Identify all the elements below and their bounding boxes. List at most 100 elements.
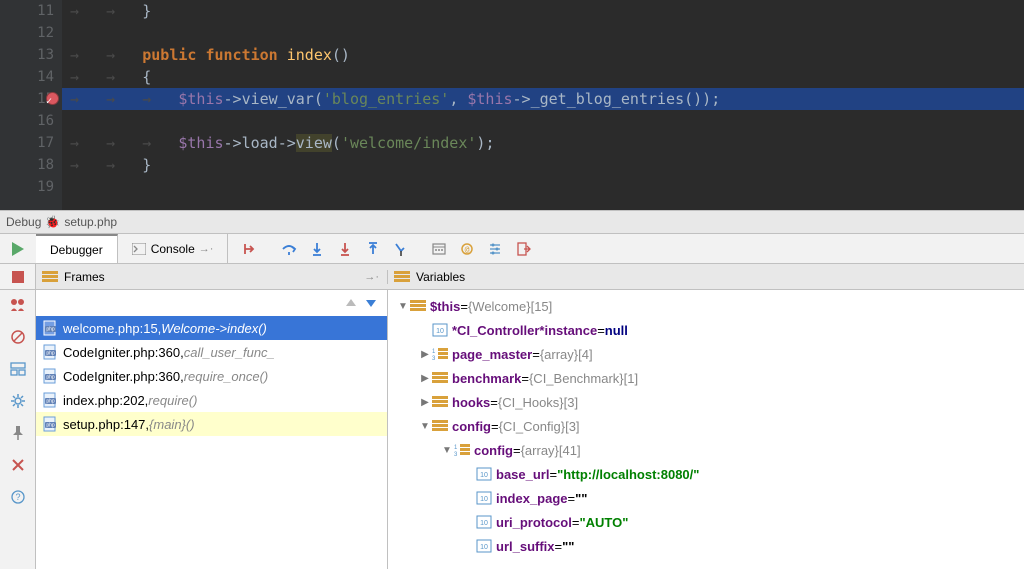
code-line[interactable]: → → → $this->load->view('welcome/index')… (62, 132, 1024, 154)
debug-tabs-row: Debugger Console →· @ (0, 234, 1024, 264)
svg-text:1: 1 (432, 349, 436, 355)
variables-header: Variables (388, 270, 1024, 284)
tree-toggle-icon[interactable]: ▶ (418, 397, 432, 408)
gutter-line[interactable]: 11 (0, 0, 54, 22)
code-line[interactable]: → → } (62, 154, 1024, 176)
svg-text:php: php (46, 399, 55, 405)
frame-item[interactable]: phpindex.php:202, require() (36, 388, 387, 412)
debug-sidebar: ? (0, 290, 36, 569)
tab-console[interactable]: Console →· (118, 234, 229, 263)
gutter-line[interactable]: 13 (0, 44, 54, 66)
frame-down-button[interactable] (365, 297, 377, 309)
frames-icon (42, 271, 58, 283)
code-line[interactable]: → → → $this->view_var('blog_entries', $t… (62, 88, 1024, 110)
editor-code[interactable]: → → }→ → public function index()→ → {→ →… (62, 0, 1024, 210)
settings-button[interactable] (7, 390, 29, 412)
frames-nav-icon[interactable]: →· (364, 271, 379, 283)
svg-text:?: ? (15, 492, 20, 502)
variable-row[interactable]: 10index_page = "" (388, 486, 1024, 510)
code-line[interactable]: → → public function index() (62, 44, 1024, 66)
close-button[interactable] (7, 454, 29, 476)
variable-row[interactable]: 10uri_protocol = "AUTO" (388, 510, 1024, 534)
var-type-icon: 10 (432, 323, 448, 337)
editor-gutter: 1112131415✓16171819 (0, 0, 62, 210)
tree-toggle-icon[interactable]: ▶ (418, 373, 432, 384)
tree-toggle-icon[interactable]: ▼ (418, 421, 432, 432)
var-type-icon: 10 (476, 467, 492, 481)
variable-row[interactable]: ▼config = {CI_Config} [3] (388, 414, 1024, 438)
var-type-icon (432, 419, 448, 433)
php-file-icon: php (42, 416, 58, 432)
variable-row[interactable]: ▶hooks = {CI_Hooks} [3] (388, 390, 1024, 414)
variable-row[interactable]: ▶benchmark = {CI_Benchmark} [1] (388, 366, 1024, 390)
evaluate-expression-button[interactable] (426, 236, 452, 262)
mute-breakpoints-button[interactable] (7, 326, 29, 348)
php-file-icon: php (42, 368, 58, 384)
exit-button[interactable] (510, 236, 536, 262)
svg-text:3: 3 (454, 452, 458, 457)
frame-item[interactable]: phpsetup.php:147, {main}() (36, 412, 387, 436)
resume-button[interactable] (0, 234, 36, 264)
variables-panel[interactable]: ▼$this = {Welcome} [15]10*CI_Controller*… (388, 290, 1024, 569)
layout-button[interactable] (7, 358, 29, 380)
frames-nav (36, 290, 387, 316)
svg-text:php: php (46, 423, 55, 429)
gutter-line[interactable]: 14 (0, 66, 54, 88)
gutter-line[interactable]: 15✓ (0, 88, 54, 110)
variable-row[interactable]: ▼$this = {Welcome} [15] (388, 294, 1024, 318)
tab-debugger[interactable]: Debugger (36, 234, 118, 263)
var-type-icon: 13 (432, 347, 448, 361)
tree-toggle-icon[interactable]: ▼ (396, 301, 410, 312)
code-line[interactable]: → → { (62, 66, 1024, 88)
debug-panel-header: Debug 🐞 setup.php (0, 210, 1024, 234)
run-to-cursor-button[interactable] (388, 236, 414, 262)
frame-item[interactable]: phpwelcome.php:15, Welcome->index() (36, 316, 387, 340)
force-step-into-button[interactable] (332, 236, 358, 262)
help-button[interactable]: ? (7, 486, 29, 508)
php-file-icon: php (42, 392, 58, 408)
debug-label: Debug (6, 215, 41, 229)
watch-button[interactable]: @ (454, 236, 480, 262)
var-type-icon (410, 299, 426, 313)
stop-button[interactable] (0, 264, 36, 290)
code-line[interactable]: → → } (62, 0, 1024, 22)
code-line[interactable] (62, 22, 1024, 44)
frame-item[interactable]: phpCodeIgniter.php:360, call_user_func_ (36, 340, 387, 364)
php-file-icon: php (42, 320, 58, 336)
bug-icon: 🐞 (45, 215, 60, 229)
var-type-icon (432, 371, 448, 385)
gutter-line[interactable]: 12 (0, 22, 54, 44)
variable-row[interactable]: 10*CI_Controller*instance = null (388, 318, 1024, 342)
code-line[interactable] (62, 110, 1024, 132)
gutter-line[interactable]: 16 (0, 110, 54, 132)
threads-button[interactable] (7, 294, 29, 316)
step-out-button[interactable] (360, 236, 386, 262)
step-into-button[interactable] (304, 236, 330, 262)
frames-panel: phpwelcome.php:15, Welcome->index()phpCo… (36, 290, 388, 569)
gutter-line[interactable]: 18 (0, 154, 54, 176)
code-line[interactable] (62, 176, 1024, 198)
svg-text:3: 3 (432, 356, 436, 361)
tree-toggle-icon[interactable]: ▼ (440, 445, 454, 456)
variable-row[interactable]: ▶13page_master = {array} [4] (388, 342, 1024, 366)
svg-text:10: 10 (480, 472, 488, 479)
variable-row[interactable]: ▼13config = {array} [41] (388, 438, 1024, 462)
svg-text:10: 10 (480, 544, 488, 551)
gutter-line[interactable]: 17 (0, 132, 54, 154)
variable-row[interactable]: 10base_url = "http://localhost:8080/" (388, 462, 1024, 486)
tree-toggle-icon[interactable]: ▶ (418, 349, 432, 360)
pin-button[interactable] (7, 422, 29, 444)
svg-text:10: 10 (436, 328, 444, 335)
code-editor[interactable]: 1112131415✓16171819 → → } → → public func… (0, 0, 1024, 210)
variable-row[interactable]: 10url_suffix = "" (388, 534, 1024, 558)
frame-up-button[interactable] (345, 297, 357, 309)
gutter-line[interactable]: 19 (0, 176, 54, 198)
show-execution-point-button[interactable] (238, 236, 264, 262)
settings2-button[interactable] (482, 236, 508, 262)
debug-toolbar: @ (228, 234, 536, 263)
variables-icon (394, 271, 410, 283)
step-over-button[interactable] (276, 236, 302, 262)
frame-item[interactable]: phpCodeIgniter.php:360, require_once() (36, 364, 387, 388)
console-arrow-icon: →· (199, 243, 214, 255)
svg-text:10: 10 (480, 520, 488, 527)
